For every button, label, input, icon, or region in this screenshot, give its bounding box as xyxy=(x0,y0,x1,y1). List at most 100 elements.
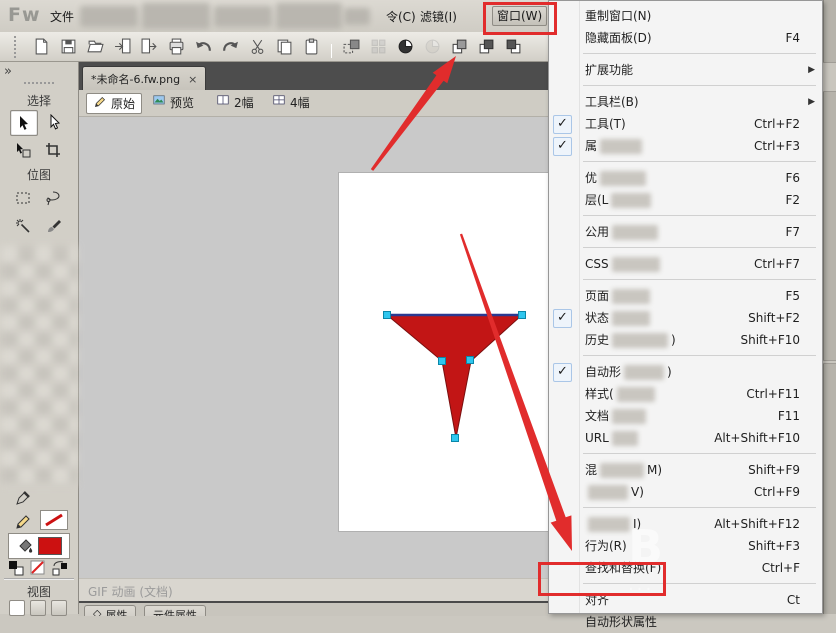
menu-item-公用[interactable]: 公用 F7 xyxy=(549,221,822,243)
view-2up-button[interactable]: 2幅 xyxy=(210,93,260,112)
menu-item-历史[interactable]: 历史)Shift+F10 xyxy=(549,329,822,351)
menu-item-自动形[interactable]: ✓自动形) xyxy=(549,361,822,383)
export-icon[interactable] xyxy=(138,35,161,58)
menu-shortcut: Shift+F3 xyxy=(748,535,800,557)
menu-window[interactable]: 窗口(W) xyxy=(492,6,547,26)
cut-icon[interactable] xyxy=(246,35,269,58)
save-icon[interactable] xyxy=(57,35,80,58)
four-up-icon xyxy=(272,95,286,110)
select-behind-tool[interactable] xyxy=(10,138,36,162)
menu-item-label: 优 xyxy=(585,171,597,185)
menu-commands[interactable]: 令(C) xyxy=(382,8,420,26)
menu-file[interactable]: 文件 xyxy=(46,8,78,26)
menu-separator xyxy=(549,579,822,589)
undo-icon[interactable] xyxy=(192,35,215,58)
import-icon[interactable] xyxy=(111,35,134,58)
lasso-tool[interactable] xyxy=(40,186,66,210)
view-4up-button[interactable]: 4幅 xyxy=(266,93,316,112)
marquee-tool[interactable] xyxy=(10,186,36,210)
tab-symbol-properties[interactable]: 元件属性 xyxy=(144,605,206,616)
menu-item-查找和替换(F)[interactable]: 查找和替换(F)Ctrl+F xyxy=(549,557,822,579)
censored-text-blob xyxy=(611,193,651,208)
menu-item-扩展功能[interactable]: 扩展功能▶ xyxy=(549,59,822,81)
document-tab[interactable]: *未命名-6.fw.png × xyxy=(82,66,206,91)
eyedropper-tool[interactable] xyxy=(10,486,36,510)
checkmark-icon: ✓ xyxy=(553,115,572,134)
menu-item-censored[interactable]: I)Alt+Shift+F12 xyxy=(549,513,822,535)
combine-icon[interactable] xyxy=(394,35,417,58)
stroke-pencil-tool[interactable] xyxy=(10,510,36,534)
checkmark-icon: ✓ xyxy=(553,309,572,328)
stroke-color-swatch[interactable] xyxy=(40,510,68,530)
subselect-tool[interactable] xyxy=(42,110,68,134)
brush-tool[interactable] xyxy=(40,214,66,238)
menu-item-label: 层(L xyxy=(585,193,608,207)
menu-item-属[interactable]: ✓属Ctrl+F3 xyxy=(549,135,822,157)
menu-item-工具(T)[interactable]: ✓工具(T)Ctrl+F2 xyxy=(549,113,822,135)
swap-colors-icon[interactable] xyxy=(52,560,68,576)
tab-properties[interactable]: ◇ 属性 xyxy=(84,605,136,616)
menu-shortcut: Ctrl+F2 xyxy=(754,113,800,135)
menu-item-CSS[interactable]: CSSCtrl+F7 xyxy=(549,253,822,275)
paste-icon[interactable] xyxy=(300,35,323,58)
subselect-group-icon[interactable] xyxy=(367,35,390,58)
copy-icon[interactable] xyxy=(273,35,296,58)
menu-item-工具栏(B)[interactable]: 工具栏(B)▶ xyxy=(549,91,822,113)
new-doc-icon[interactable] xyxy=(30,35,53,58)
menu-item-censored[interactable]: V)Ctrl+F9 xyxy=(549,481,822,503)
group-icon[interactable] xyxy=(448,35,471,58)
menu-filters[interactable]: 滤镜(I) xyxy=(416,8,461,26)
open-icon[interactable] xyxy=(84,35,107,58)
menu-item-label: 公用 xyxy=(585,225,609,239)
menu-item-label: 隐藏面板(D) xyxy=(585,31,652,45)
menu-item-label: 页面 xyxy=(585,289,609,303)
menu-item-优[interactable]: 优 F6 xyxy=(549,167,822,189)
menu-item-页面[interactable]: 页面F5 xyxy=(549,285,822,307)
menu-shortcut: Shift+F9 xyxy=(748,459,800,481)
menu-item-label: 工具栏(B) xyxy=(585,95,639,109)
wand-tool[interactable] xyxy=(10,214,36,238)
menu-shortcut: Shift+F2 xyxy=(748,307,800,329)
view-preview-button[interactable]: 预览 xyxy=(146,93,200,112)
menu-shortcut: F7 xyxy=(785,221,800,243)
menu-item-label: 文档 xyxy=(585,409,609,423)
fill-color-box[interactable] xyxy=(8,533,70,559)
arrange-front-icon[interactable] xyxy=(475,35,498,58)
toolbar-grip[interactable] xyxy=(14,36,20,58)
menu-item-自动形状属性[interactable]: 自动形状属性 xyxy=(549,611,822,633)
menu-item-状态[interactable]: ✓状态Shift+F2 xyxy=(549,307,822,329)
fill-color-swatch[interactable] xyxy=(38,537,62,555)
menu-separator xyxy=(549,157,822,167)
menu-shortcut: Ctrl+F9 xyxy=(754,481,800,503)
arrange-back-icon[interactable] xyxy=(502,35,525,58)
view-original-button[interactable]: 原始 xyxy=(86,93,142,114)
menu-item-混[interactable]: 混M)Shift+F9 xyxy=(549,459,822,481)
menu-shortcut: Alt+Shift+F10 xyxy=(714,427,800,449)
tab-close-icon[interactable]: × xyxy=(188,73,197,86)
menu-item-隐藏面板(D)[interactable]: 隐藏面板(D)F4 xyxy=(549,27,822,49)
menu-item-层(L[interactable]: 层(LF2 xyxy=(549,189,822,211)
menu-item-行为(R)[interactable]: 行为(R)Shift+F3 xyxy=(549,535,822,557)
panel-grip[interactable] xyxy=(24,82,54,84)
panel-collapse-icon[interactable]: » xyxy=(4,64,12,79)
menu-item-重制窗口(N)[interactable]: 重制窗口(N) xyxy=(549,5,822,27)
menu-item-label: 扩展功能 xyxy=(585,63,633,77)
no-color-icon[interactable] xyxy=(30,560,46,576)
menu-item-文档[interactable]: 文档F11 xyxy=(549,405,822,427)
censored-tools-region xyxy=(1,246,77,486)
print-icon[interactable] xyxy=(165,35,188,58)
collapsed-panel-dock[interactable] xyxy=(823,0,836,614)
document-page[interactable] xyxy=(338,172,549,532)
redo-icon[interactable] xyxy=(219,35,242,58)
select-group-icon[interactable] xyxy=(340,35,363,58)
default-colors-icon[interactable] xyxy=(8,560,24,576)
menu-item-URL[interactable]: URLAlt+Shift+F10 xyxy=(549,427,822,449)
menu-item-样式([interactable]: 样式(Ctrl+F11 xyxy=(549,383,822,405)
censored-menu-blob xyxy=(80,6,138,27)
menu-shortcut: F6 xyxy=(785,167,800,189)
menu-separator xyxy=(549,351,822,361)
split-icon[interactable] xyxy=(421,35,444,58)
crop-tool[interactable] xyxy=(40,138,66,162)
pointer-tool[interactable] xyxy=(10,110,38,136)
menu-item-对齐[interactable]: 对齐Ct xyxy=(549,589,822,611)
